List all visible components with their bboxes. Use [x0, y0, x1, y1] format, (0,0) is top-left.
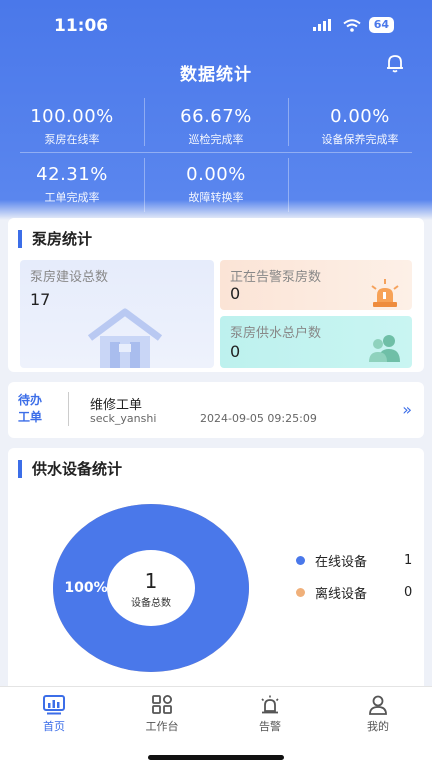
divider — [68, 392, 69, 426]
tab-alarm[interactable]: 告警 — [216, 695, 324, 734]
page-title: 数据统计 — [180, 65, 252, 85]
stat-label: 工单完成率 — [44, 191, 100, 204]
house-icon — [87, 308, 163, 368]
donut-percent-label: 100% — [64, 580, 107, 596]
stat-value: 0.00% — [186, 164, 246, 185]
pump-alarm-value: 0 — [230, 284, 241, 303]
home-indicator — [148, 755, 284, 760]
pump-alarm-tile[interactable]: 正在告警泵房数 0 — [220, 260, 412, 310]
status-icons: 64 — [312, 17, 394, 33]
stat-maintenance: 0.00% 设备保养完成率 — [288, 106, 432, 147]
legend-count: 0 — [404, 585, 413, 600]
legend-offline[interactable]: 离线设备 0 — [296, 583, 412, 602]
pump-users-tile[interactable]: 泵房供水总户数 0 — [220, 316, 412, 368]
todo-user: seck_yanshi — [90, 412, 157, 425]
pump-users-label: 泵房供水总户数 — [230, 326, 322, 341]
legend-count: 1 — [404, 553, 413, 568]
legend-label: 在线设备 — [315, 555, 368, 570]
pump-total-label: 泵房建设总数 — [30, 270, 109, 285]
status-time: 11:06 — [54, 16, 109, 36]
legend-dot — [296, 556, 305, 565]
alarm-icon — [261, 695, 279, 714]
stat-fault-conversion: 0.00% 故障转换率 — [144, 164, 288, 205]
tab-label: 工作台 — [145, 720, 179, 733]
stat-value: 66.67% — [180, 106, 252, 127]
pump-stats-card: 泵房统计 泵房建设总数 17 正在告警泵房数 0 泵房供水总户数 0 — [8, 218, 424, 372]
donut-center-value: 1 — [145, 569, 158, 593]
stat-label: 巡检完成率 — [188, 133, 244, 146]
grid-icon — [152, 695, 172, 714]
stat-inspection: 66.67% 巡检完成率 — [144, 106, 288, 147]
users-icon — [369, 335, 400, 362]
alarm-light-icon — [371, 279, 399, 307]
stat-value: 42.31% — [36, 164, 108, 185]
divider — [288, 98, 289, 146]
tab-label: 我的 — [367, 720, 389, 733]
stat-workorder: 42.31% 工单完成率 — [0, 164, 144, 205]
todo-badge: 待办工单 — [18, 393, 43, 424]
bell-icon[interactable] — [384, 52, 406, 74]
device-stats-card: 供水设备统计 1 设备总数 100% 在线设备 1 离线设备 0 — [8, 448, 424, 686]
device-donut-chart: 1 设备总数 100% — [53, 504, 249, 672]
status-bar: 11:06 64 — [0, 0, 432, 52]
todo-card[interactable]: 待办工单 维修工单 seck_yanshi 2024-09-05 09:25:0… — [8, 382, 424, 438]
signal-icon — [312, 19, 331, 31]
stat-pump-online: 100.00% 泵房在线率 — [0, 106, 144, 147]
tab-home[interactable]: 首页 — [0, 695, 108, 734]
todo-time: 2024-09-05 09:25:09 — [200, 412, 317, 425]
pump-total-tile[interactable]: 泵房建设总数 17 — [20, 260, 214, 368]
device-stats-title: 供水设备统计 — [18, 460, 122, 478]
tab-label: 告警 — [259, 720, 281, 733]
divider — [144, 158, 145, 212]
tab-profile[interactable]: 我的 — [324, 695, 432, 734]
stat-label: 故障转换率 — [188, 191, 244, 204]
pump-total-value: 17 — [30, 290, 51, 309]
stat-value: 100.00% — [30, 106, 114, 127]
todo-title: 维修工单 — [90, 398, 143, 413]
legend-dot — [296, 588, 305, 597]
stat-value: 0.00% — [330, 106, 390, 127]
donut-center-label: 设备总数 — [131, 596, 171, 609]
divider — [20, 152, 412, 153]
stat-label: 泵房在线率 — [44, 133, 100, 146]
tab-workbench[interactable]: 工作台 — [108, 695, 216, 734]
divider — [144, 98, 145, 146]
chevron-right-icon[interactable]: » — [402, 400, 412, 419]
stat-label: 设备保养完成率 — [321, 133, 399, 146]
divider — [288, 158, 289, 212]
pump-stats-title: 泵房统计 — [18, 230, 92, 248]
person-icon — [369, 695, 387, 715]
legend-online[interactable]: 在线设备 1 — [296, 551, 412, 570]
wifi-icon — [343, 18, 361, 32]
legend-label: 离线设备 — [315, 587, 368, 602]
tab-label: 首页 — [43, 720, 65, 733]
battery-indicator: 64 — [368, 17, 394, 33]
pump-alarm-label: 正在告警泵房数 — [230, 270, 322, 285]
dashboard-icon — [43, 695, 65, 715]
pump-users-value: 0 — [230, 342, 241, 361]
